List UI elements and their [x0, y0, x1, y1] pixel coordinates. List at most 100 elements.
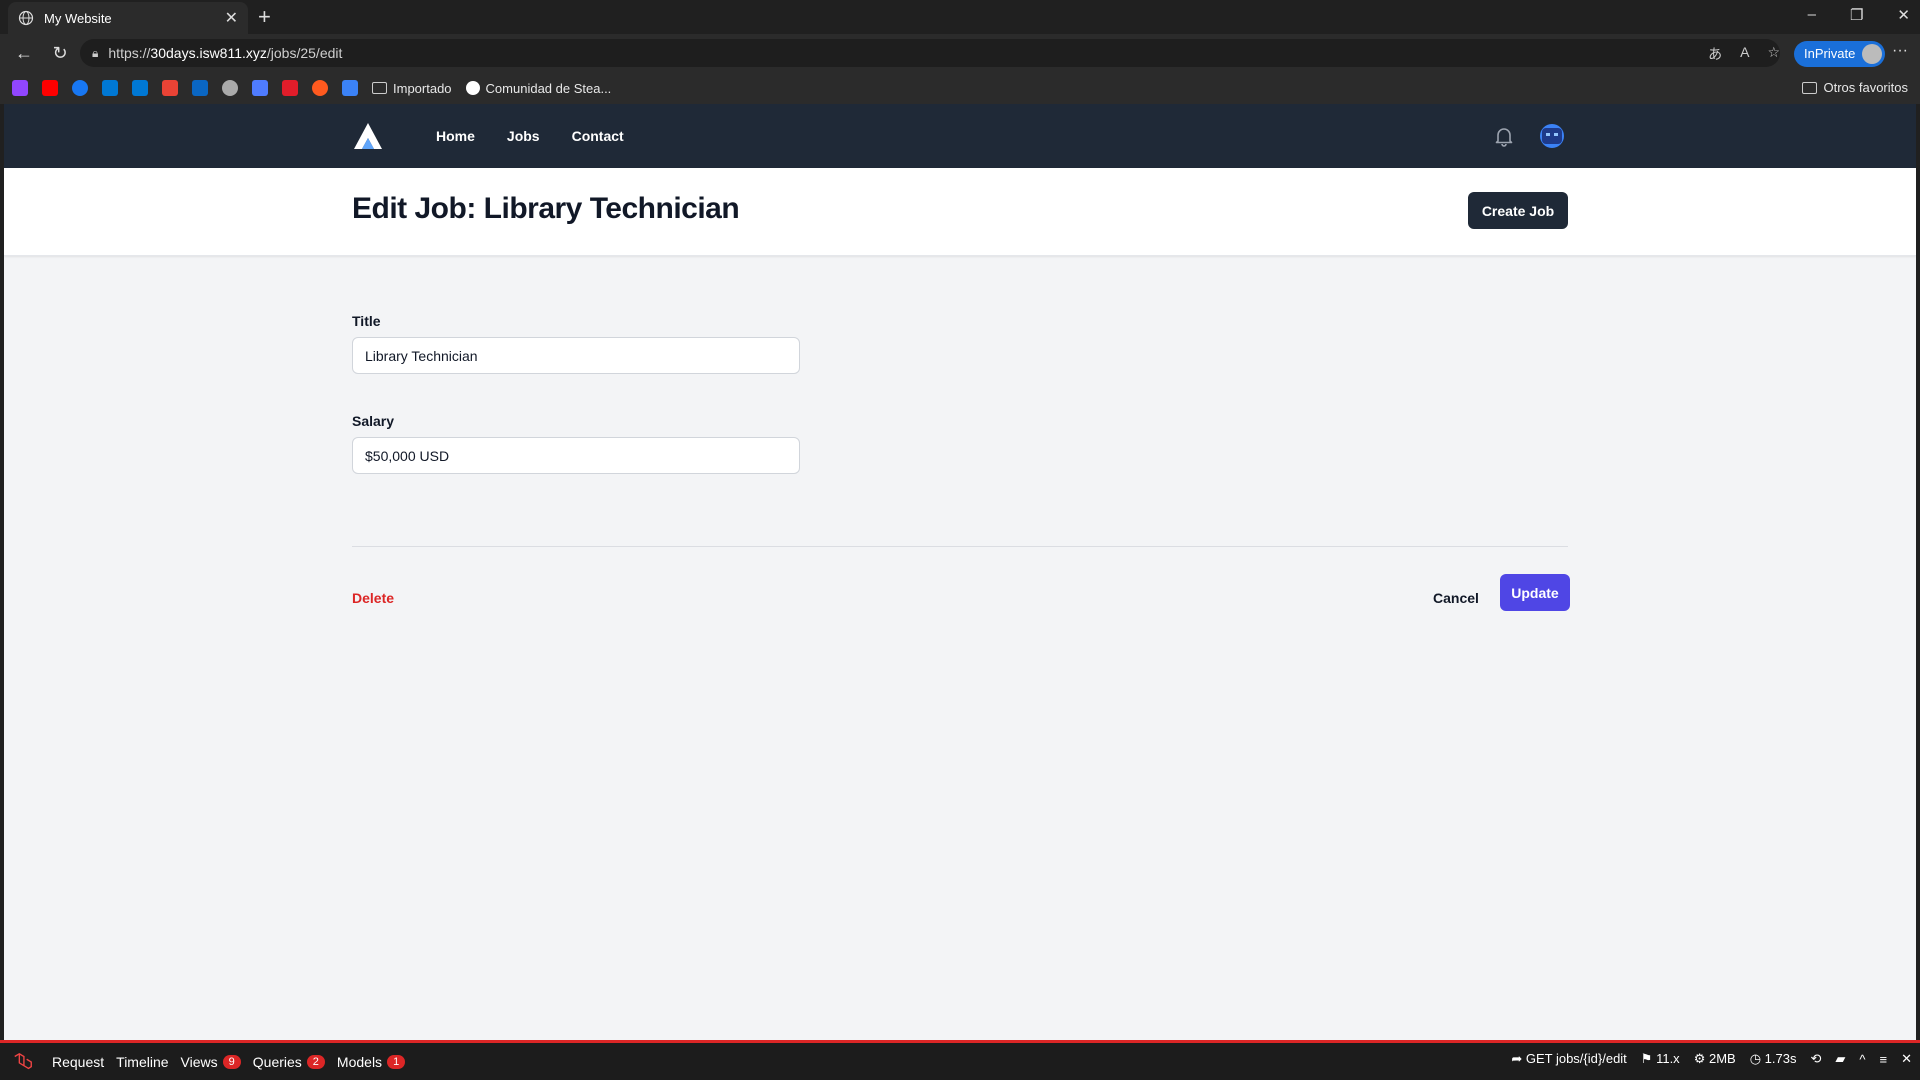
bookmarks-bar: Importado Comunidad de Stea... Otros fav… [0, 72, 1920, 104]
update-button[interactable]: Update [1500, 574, 1570, 611]
lock-icon: 🔒︎ [92, 45, 99, 60]
bird-icon[interactable] [252, 80, 268, 96]
page-header: Edit Job: Library Technician Create Job [4, 168, 1916, 256]
gmail-icon[interactable] [162, 80, 178, 96]
memory-info: ⚙ 2MB [1694, 1051, 1736, 1067]
debug-tab-views[interactable]: Views 9 [175, 1054, 247, 1070]
folder-open-icon[interactable]: ▰ [1835, 1051, 1845, 1067]
debug-close-icon[interactable]: ✕ [1901, 1051, 1912, 1067]
profile-avatar-icon [1862, 44, 1883, 64]
debug-tab-request[interactable]: Request [46, 1054, 110, 1070]
title-input[interactable]: Library Technician [352, 337, 800, 374]
globe-icon [18, 10, 34, 26]
count-badge: 1 [387, 1054, 406, 1069]
translate-icon[interactable]: あ [1708, 44, 1722, 64]
nav-links: Home Jobs Contact [424, 104, 636, 168]
share-icon: ➦ [1511, 1051, 1526, 1066]
bookmark-folder-importado[interactable]: Importado [372, 81, 452, 96]
bookmark-label: Importado [393, 80, 452, 96]
favorite-star-icon[interactable]: ☆ [1767, 44, 1780, 64]
delete-button[interactable]: Delete [352, 590, 394, 606]
back-icon[interactable]: ← [12, 43, 36, 64]
version-label: 11.x [1656, 1051, 1680, 1066]
nav-jobs[interactable]: Jobs [495, 120, 552, 152]
debug-label: Views [180, 1053, 218, 1070]
reload-icon[interactable]: ↻ [48, 43, 72, 64]
inprivate-badge[interactable]: InPrivate [1794, 41, 1886, 67]
route-label: GET jobs/{id}/edit [1525, 1051, 1627, 1066]
avatar-face-icon [1542, 128, 1562, 144]
debug-status: ➦ GET jobs/{id}/edit ⚑ 11.x ⚙ 2MB ◷ 1.73… [1511, 1051, 1912, 1067]
history-icon[interactable]: ⟲ [1810, 1051, 1821, 1067]
app-navbar: Home Jobs Contact [4, 104, 1916, 168]
debug-tab-timeline[interactable]: Timeline [110, 1054, 174, 1070]
twitch-icon[interactable] [12, 80, 28, 96]
clock-icon: ◷ [1749, 1051, 1765, 1066]
outlook-icon[interactable] [102, 80, 118, 96]
count-badge: 9 [222, 1054, 241, 1069]
chatgpt-icon[interactable] [222, 80, 238, 96]
more-menu-icon[interactable]: ··· [1892, 42, 1908, 60]
cogs-icon: ⚙ [1693, 1051, 1709, 1066]
browser-toolbar: ← ↻ 🔒︎ https://30days.isw811.xyz/jobs/25… [0, 34, 1920, 72]
debug-tab-models[interactable]: Models 1 [331, 1054, 411, 1070]
bookmark-steam[interactable]: Comunidad de Stea... [465, 80, 612, 96]
minimize-icon[interactable]: – [1808, 6, 1816, 24]
salary-label: Salary [352, 413, 395, 429]
window-controls: – ❐ ✕ [1808, 6, 1910, 24]
form-divider [352, 546, 1568, 547]
browser-tab[interactable]: My Website ✕ [8, 2, 248, 34]
app-icon[interactable] [312, 80, 328, 96]
linkedin-icon[interactable] [192, 80, 208, 96]
settings-sliders-icon[interactable]: ≡ [1880, 1052, 1888, 1067]
window-close-icon[interactable]: ✕ [1897, 6, 1910, 24]
browser-tabbar: My Website ✕ + – ❐ ✕ [0, 0, 1920, 34]
read-aloud-icon[interactable]: A [1740, 44, 1749, 64]
version-info: ⚑ 11.x [1641, 1051, 1680, 1067]
f-icon[interactable] [342, 80, 358, 96]
laravel-small-icon: ⚑ [1640, 1051, 1657, 1066]
debug-label: Models [336, 1053, 383, 1070]
salary-input[interactable]: $50,000 USD [352, 437, 800, 474]
tab-title: My Website [44, 10, 112, 26]
laravel-logo-icon[interactable] [12, 1051, 34, 1073]
page-viewport: Home Jobs Contact Edit Job: Library Tech… [4, 104, 1916, 1040]
tab-close-icon[interactable]: ✕ [225, 8, 238, 28]
other-favorites[interactable]: Otros favoritos [1802, 80, 1908, 95]
debug-label: Request [52, 1053, 105, 1070]
w-icon[interactable] [282, 80, 298, 96]
folder-icon [372, 82, 387, 94]
route-info[interactable]: ➦ GET jobs/{id}/edit [1511, 1051, 1626, 1067]
youtube-icon[interactable] [42, 80, 58, 96]
logo-icon[interactable] [352, 120, 384, 152]
time-label: 1.73s [1764, 1051, 1797, 1066]
memory-label: 2MB [1708, 1051, 1736, 1066]
address-bar[interactable]: 🔒︎ https://30days.isw811.xyz/jobs/25/edi… [80, 39, 1780, 67]
steam-icon [465, 81, 480, 95]
inprivate-label: InPrivate [1804, 46, 1856, 61]
cancel-button[interactable]: Cancel [1433, 590, 1479, 606]
url-path: /jobs/25/edit [266, 45, 343, 61]
restore-icon[interactable]: ❐ [1850, 6, 1863, 24]
time-info: ◷ 1.73s [1750, 1051, 1797, 1067]
outlook-icon-2[interactable] [132, 80, 148, 96]
create-job-button[interactable]: Create Job [1468, 192, 1568, 229]
nav-contact[interactable]: Contact [560, 120, 636, 152]
facebook-icon[interactable] [72, 80, 88, 96]
bookmark-label: Comunidad de Stea... [485, 80, 612, 96]
bell-icon[interactable] [1492, 124, 1516, 148]
new-tab-icon[interactable]: + [258, 4, 271, 30]
debugbar: Request Timeline Views 9 Queries 2 Models 1… [0, 1040, 1920, 1080]
chevron-up-icon[interactable]: ^ [1859, 1052, 1865, 1067]
url-prefix: https:// [108, 45, 151, 61]
folder-icon [1802, 81, 1818, 94]
nav-home[interactable]: Home [424, 120, 487, 152]
title-label: Title [352, 313, 381, 329]
debug-label: Timeline [116, 1053, 169, 1070]
other-favorites-label: Otros favoritos [1823, 80, 1908, 95]
url-host: 30days.isw811.xyz [150, 45, 267, 61]
debug-label: Queries [252, 1053, 302, 1070]
debug-tab-queries[interactable]: Queries 2 [247, 1054, 331, 1070]
page-title: Edit Job: Library Technician [352, 192, 740, 225]
user-avatar[interactable] [1538, 122, 1566, 150]
